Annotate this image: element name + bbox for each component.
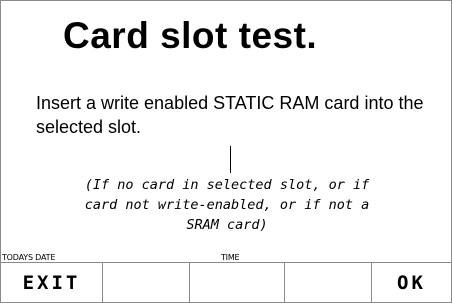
softkey-2[interactable] [103, 263, 190, 302]
exit-button[interactable]: EXIT [1, 263, 103, 302]
softkey-3[interactable] [190, 263, 285, 302]
instruction-text: Insert a write enabled STATIC RAM card i… [36, 93, 424, 137]
softkey-bar: EXIT OK [1, 262, 451, 302]
page-title: Card slot test. [63, 15, 318, 56]
time-label: TIME [221, 253, 240, 262]
note-line: (If no card in selected slot, or if [84, 177, 370, 193]
todays-date-label: TODAYS DATE [2, 253, 56, 262]
softkey-4[interactable] [285, 263, 372, 302]
note-line: card not write-enabled, or if not a [84, 197, 370, 213]
ok-button[interactable]: OK [372, 263, 451, 302]
note-line: SRAM card) [186, 217, 268, 233]
text-cursor [230, 146, 231, 173]
note-text: (If no card in selected slot, or if card… [9, 175, 445, 235]
instrument-screen: Card slot test. Insert a write enabled S… [0, 0, 452, 303]
